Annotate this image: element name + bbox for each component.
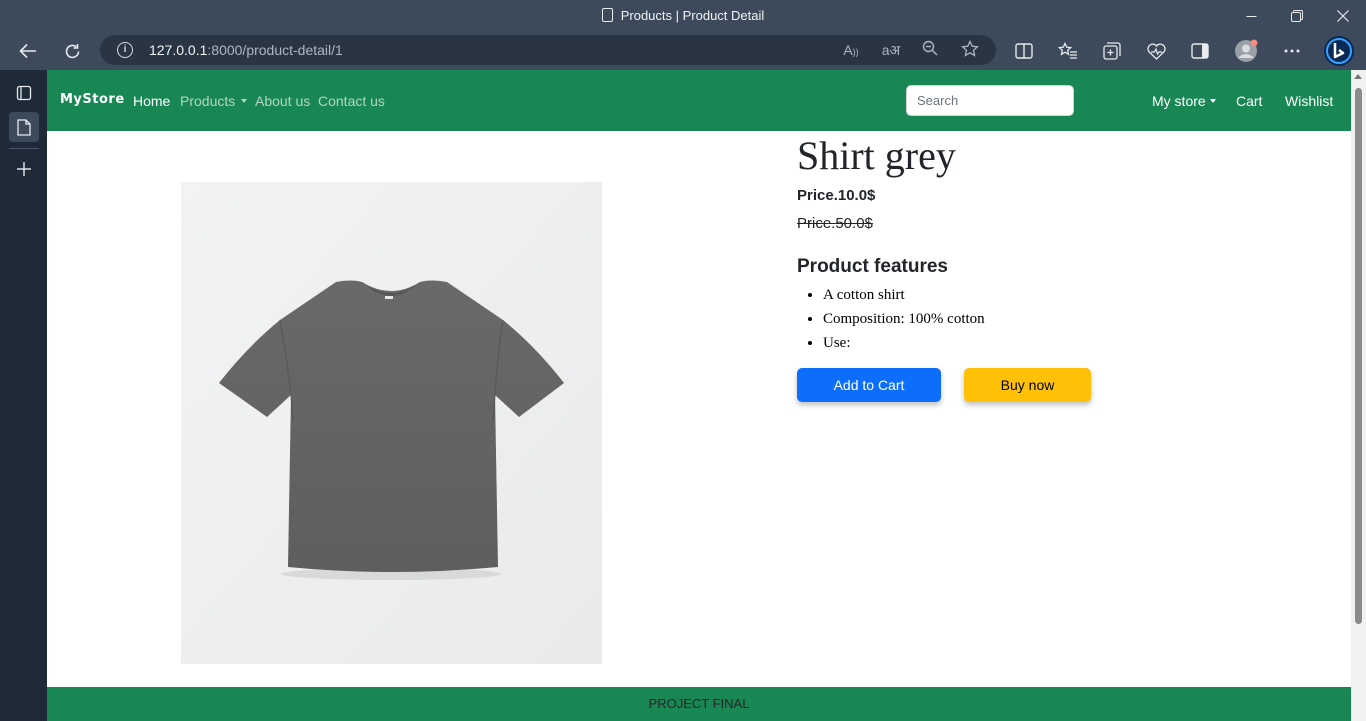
tab-actions-icon[interactable] [9,78,39,108]
url-host: 127.0.0.1 [149,42,208,58]
my-store-dropdown[interactable]: My store [1152,93,1216,109]
rail-divider [9,148,39,149]
nav-products-label: Products [180,93,236,109]
favorites-icon[interactable] [1053,36,1083,66]
chevron-down-icon [241,99,248,103]
nav-home-link[interactable]: Home [133,93,170,109]
product-old-price: Price.50.0$ [797,215,873,232]
nav-cart-link[interactable]: Cart [1236,93,1262,109]
zoom-out-icon[interactable] [920,40,940,60]
page-viewport: MyStore Home Products About us Contact u… [47,70,1366,721]
features-list: A cotton shirt Composition: 100% cotton … [823,286,985,358]
product-price: Price.10.0$ [797,187,876,204]
site-info-icon[interactable]: i [117,42,133,58]
add-to-cart-button[interactable]: Add to Cart [797,368,941,402]
site-navbar: MyStore Home Products About us Contact u… [47,70,1351,131]
vertical-tab-rail [0,70,47,721]
read-aloud-icon[interactable]: A)) [841,40,861,60]
chevron-down-icon [1209,99,1216,103]
scroll-up-arrow-icon[interactable] [1354,74,1362,79]
feature-item: Use: [823,334,985,358]
collections-icon[interactable] [1097,36,1127,66]
page-icon [601,8,613,22]
feature-item: Composition: 100% cotton [823,310,985,334]
refresh-icon[interactable] [57,36,87,66]
back-icon[interactable] [13,36,43,66]
site-footer: PROJECT FINAL [47,687,1351,721]
favorite-star-icon[interactable] [960,39,980,60]
search-input[interactable] [906,85,1074,116]
nav-wishlist-link[interactable]: Wishlist [1285,93,1333,109]
restore-icon[interactable] [1274,0,1320,32]
new-tab-plus-icon[interactable] [9,154,39,184]
product-image [181,182,602,664]
close-icon[interactable] [1320,0,1366,32]
brand-logo[interactable]: MyStore [60,92,125,107]
nav-contact-link[interactable]: Contact us [318,93,385,109]
window-title: Products | Product Detail [0,8,1366,23]
more-options-icon[interactable] [1277,36,1307,66]
split-screen-icon[interactable] [1009,36,1039,66]
footer-text: PROJECT FINAL [648,696,750,711]
product-title: Shirt grey [797,133,956,178]
nav-products-dropdown[interactable]: Products [180,93,248,109]
scrollbar-thumb[interactable] [1355,88,1362,624]
active-tab-page-icon[interactable] [9,112,39,142]
feature-item: A cotton shirt [823,286,985,310]
page-scrollbar[interactable] [1351,70,1366,721]
browser-essentials-icon[interactable] [1141,36,1171,66]
browser-toolbar: i 127.0.0.1:8000/product-detail/1 A)) aअ [0,32,1366,70]
buy-now-button[interactable]: Buy now [964,368,1091,402]
minimize-icon[interactable] [1228,0,1274,32]
window-titlebar: Products | Product Detail [0,0,1366,32]
address-bar[interactable]: i 127.0.0.1:8000/product-detail/1 A)) aअ [100,35,996,65]
url-path: :8000/product-detail/1 [207,42,343,58]
nav-about-link[interactable]: About us [255,93,310,109]
features-heading: Product features [797,256,948,277]
grey-tshirt-image [181,182,602,664]
copilot-icon[interactable] [1322,34,1356,68]
my-store-label: My store [1152,93,1206,109]
sidebar-toggle-icon[interactable] [1185,36,1215,66]
profile-avatar-icon[interactable] [1231,36,1261,66]
tab-title: Products | Product Detail [620,8,765,23]
translate-icon[interactable]: aअ [881,40,901,60]
url-text[interactable]: 127.0.0.1:8000/product-detail/1 [149,42,343,58]
